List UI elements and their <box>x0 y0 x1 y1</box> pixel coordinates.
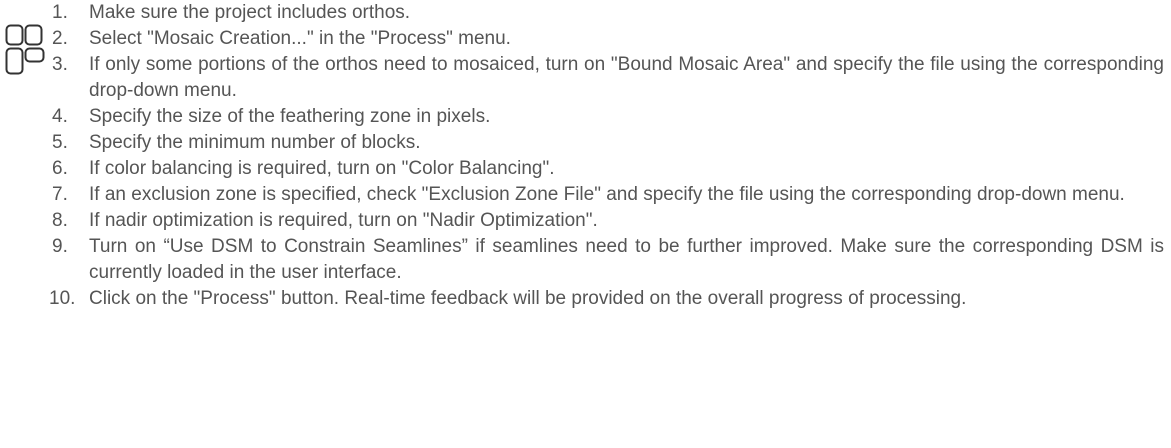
step-item: 10. Click on the "Process" button. Real-t… <box>49 286 1164 312</box>
step-text: If color balancing is required, turn on … <box>89 158 555 179</box>
step-text: Make sure the project includes orthos. <box>89 2 411 23</box>
step-number: 2. <box>52 28 68 49</box>
step-item: 3. If only some portions of the orthos ne… <box>52 52 1164 104</box>
steps-icon <box>5 24 45 75</box>
step-text: If nadir optimization is required, turn … <box>89 210 598 231</box>
step-text: Click on the "Process" button. Real-time… <box>89 288 967 309</box>
procedure-step-list: 1. Make sure the project includes orthos.… <box>49 0 1164 312</box>
step-item: 7. If an exclusion zone is specified, che… <box>52 182 1164 208</box>
step-text: Specify the size of the feathering zone … <box>89 106 491 127</box>
step-item: 9. Turn on “Use DSM to Constrain Seamline… <box>52 234 1164 286</box>
step-number: 3. <box>52 54 68 75</box>
step-item: 1. Make sure the project includes orthos. <box>52 0 1164 26</box>
step-number: 4. <box>52 106 68 127</box>
step-item: 5. Specify the minimum number of blocks. <box>52 130 1164 156</box>
step-text: If an exclusion zone is specified, check… <box>89 184 1125 205</box>
step-item: 4. Specify the size of the feathering zon… <box>52 104 1164 130</box>
step-item: 8. If nadir optimization is required, tur… <box>52 208 1164 234</box>
step-text: Specify the minimum number of blocks. <box>89 132 421 153</box>
step-number: 5. <box>52 132 68 153</box>
step-item: 2. Select "Mosaic Creation..." in the "Pr… <box>52 26 1164 52</box>
step-number: 10. <box>49 288 76 309</box>
step-number: 7. <box>52 184 68 205</box>
step-number: 9. <box>52 236 68 257</box>
step-text: Turn on “Use DSM to Constrain Seamlines”… <box>89 236 1164 283</box>
step-number: 6. <box>52 158 68 179</box>
step-number: 1. <box>52 2 68 23</box>
step-text: If only some portions of the orthos need… <box>89 54 1164 101</box>
step-text: Select "Mosaic Creation..." in the "Proc… <box>89 28 511 49</box>
step-number: 8. <box>52 210 68 231</box>
step-item: 6. If color balancing is required, turn o… <box>52 156 1164 182</box>
